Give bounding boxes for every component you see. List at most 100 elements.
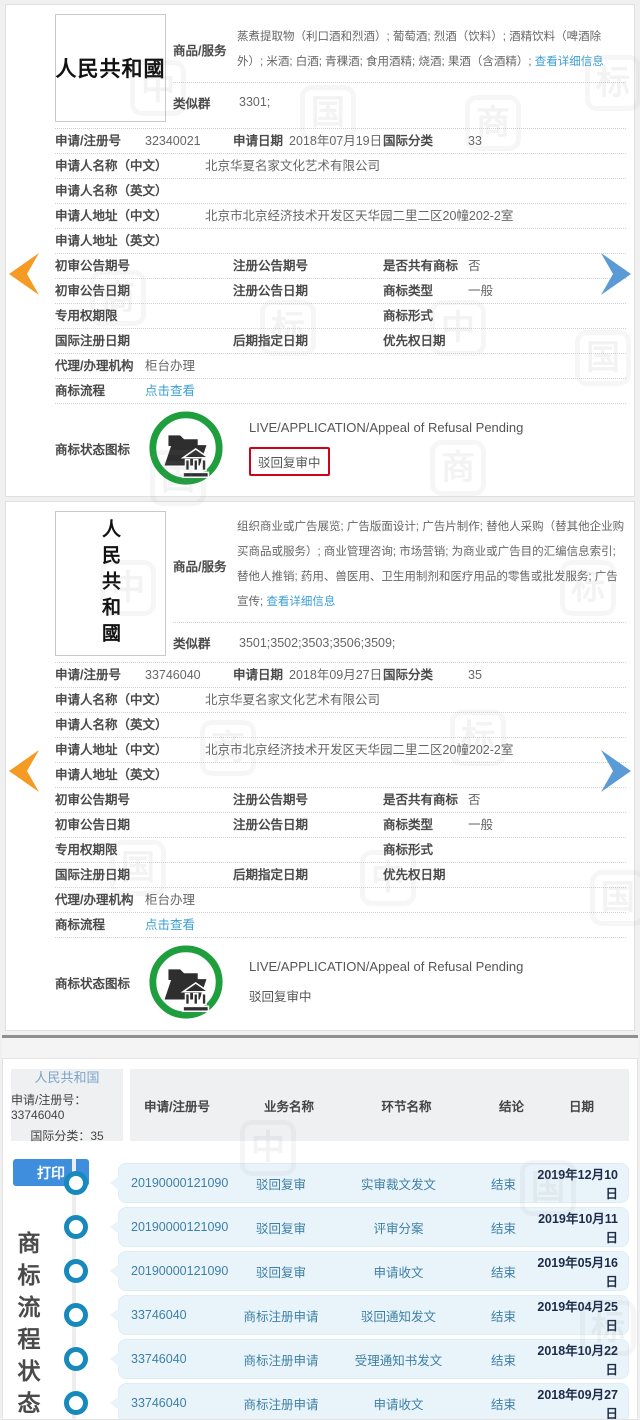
process-rows: 20190000121090 驳回复审 实审裁文发文 结束 2019年12月10… xyxy=(64,1163,629,1419)
row-result: 结束 xyxy=(490,1221,516,1236)
divider xyxy=(173,622,626,623)
trademark-image: 人民共和國 xyxy=(55,14,166,122)
header-step: 环节名称 xyxy=(381,1099,432,1114)
field-row: 申请/注册号 33746040 申请日期 2018年09月27日 国际分类 35 xyxy=(55,663,626,688)
field-row: 申请人地址（英文） xyxy=(55,763,626,788)
status-chinese-text: 驳回复审中 xyxy=(249,989,312,1004)
row-business: 驳回复审 xyxy=(255,1265,306,1280)
priority-date-label: 优先权日期 xyxy=(383,868,446,882)
goods-services-label: 商品/服务 xyxy=(173,44,227,58)
row-app-no[interactable]: 20190000121090 xyxy=(131,1176,236,1190)
trademark-card-1: 人民共和國 商品/服务 蒸煮提取物（利口酒和烈酒）; 葡萄酒; 烈酒（饮料）; … xyxy=(5,4,635,497)
status-english-text: LIVE/APPLICATION/Appeal of Refusal Pendi… xyxy=(249,958,524,974)
row-step: 实审裁文发文 xyxy=(360,1177,436,1192)
row-business: 驳回复审 xyxy=(255,1221,306,1236)
goods-list: 组织商业或广告展览; 广告版面设计; 广告片制作; 替他人采购（替其他企业购买商… xyxy=(237,521,625,608)
header-result: 结论 xyxy=(498,1099,524,1114)
row-app-no[interactable]: 20190000121090 xyxy=(131,1220,236,1234)
row-step: 驳回通知发文 xyxy=(360,1309,436,1324)
tm-type-label: 商标类型 xyxy=(383,284,434,298)
prev-arrow-icon[interactable] xyxy=(9,253,39,295)
field-row: 初审公告日期 注册公告日期 商标类型 一般 xyxy=(55,279,626,304)
click-to-view-link[interactable]: 点击查看 xyxy=(145,918,195,932)
row-step: 申请收文 xyxy=(373,1397,424,1412)
header-app-no: 申请/注册号 xyxy=(144,1099,210,1114)
view-details-link[interactable]: 查看详细信息 xyxy=(535,56,604,68)
shared-tm-label: 是否共有商标 xyxy=(383,259,459,273)
address-cn-label: 申请人地址（中文） xyxy=(55,743,168,757)
row-step: 受理通知书发文 xyxy=(354,1353,443,1368)
status-icon-label: 商标状态图标 xyxy=(55,976,131,991)
row-app-no[interactable]: 20190000121090 xyxy=(131,1264,236,1278)
applicant-cn-label: 申请人名称（中文） xyxy=(55,693,168,707)
row-app-no[interactable]: 33746040 xyxy=(131,1308,236,1322)
app-date-label: 申请日期 xyxy=(233,134,284,148)
app-date-value: 2018年09月27日 xyxy=(289,668,383,682)
similar-group-label: 类似群 xyxy=(173,96,211,111)
timeline-dot-icon xyxy=(64,1215,88,1239)
row-app-no[interactable]: 33746040 xyxy=(131,1352,236,1366)
trademark-name-link[interactable]: 人民共和国 xyxy=(34,1067,99,1086)
row-date: 2019年05月16日 xyxy=(537,1256,618,1289)
agency-value: 柜台办理 xyxy=(145,359,196,373)
app-no-value: 32340021 xyxy=(145,134,201,148)
field-row: 申请人名称（英文） xyxy=(55,713,626,738)
applicant-en-label: 申请人名称（英文） xyxy=(55,718,168,732)
tm-type-value: 一般 xyxy=(468,284,494,298)
status-row: 商标状态图标 LIVE/APPLICATION/Appeal of Refusa… xyxy=(55,938,626,1030)
bubble-tail xyxy=(110,1396,119,1410)
field-row: 初审公告日期 注册公告日期 商标类型 一般 xyxy=(55,813,626,838)
tm-type-label: 商标类型 xyxy=(383,818,434,832)
status-icon-label: 商标状态图标 xyxy=(55,442,131,457)
applicant-en-label: 申请人名称（英文） xyxy=(55,184,168,198)
intl-class-value: 35 xyxy=(468,668,482,682)
status-folder-bank-icon xyxy=(149,411,223,485)
status-english-text: LIVE/APPLICATION/Appeal of Refusal Pendi… xyxy=(249,420,524,435)
table-row: 33746040 商标注册申请 申请收文 结束 2018年09月27日 xyxy=(64,1383,629,1419)
goods-services-row: 商品/服务 组织商业或广告展览; 广告版面设计; 广告片制作; 替他人采购（替其… xyxy=(173,511,626,619)
shared-tm-value: 否 xyxy=(468,793,481,807)
field-row: 申请人名称（英文） xyxy=(55,179,626,204)
similar-group-value: 3301; xyxy=(239,95,271,109)
status-chinese-badge: 驳回复审中 xyxy=(249,447,330,476)
intl-reg-date-label: 国际注册日期 xyxy=(55,334,131,348)
app-no-value: 33746040 xyxy=(145,668,201,682)
timeline-dot-icon xyxy=(64,1259,88,1283)
app-date-value: 2018年07月19日 xyxy=(289,134,383,148)
field-row: 申请人地址（中文） 北京市北京经济技术开发区天华园二里二区20幢202-2室 xyxy=(55,738,626,763)
field-row: 代理/办理机构 柜台办理 xyxy=(55,354,626,379)
exclusive-period-label: 专用权期限 xyxy=(55,843,118,857)
reg-notice-date-label: 注册公告日期 xyxy=(233,818,309,832)
row-result: 结束 xyxy=(490,1309,516,1324)
field-row: 初审公告期号 注册公告期号 是否共有商标否 xyxy=(55,254,626,279)
row-date: 2019年12月10日 xyxy=(537,1168,618,1201)
field-row: 商标流程 点击查看 xyxy=(55,913,626,938)
trademark-text: 人民共和國 xyxy=(55,56,166,81)
click-to-view-link[interactable]: 点击查看 xyxy=(145,384,195,398)
table-row: 33746040 商标注册申请 驳回通知发文 结束 2019年04月25日 xyxy=(64,1295,629,1335)
late-designation-label: 后期指定日期 xyxy=(233,868,309,882)
field-row: 申请人地址（英文） xyxy=(55,229,626,254)
row-result: 结束 xyxy=(490,1177,516,1192)
tm-form-label: 商标形式 xyxy=(383,843,434,857)
prev-arrow-icon[interactable] xyxy=(9,750,39,792)
app-date-label: 申请日期 xyxy=(233,668,284,682)
process-table-header: 申请/注册号 业务名称 环节名称 结论 日期 xyxy=(130,1069,629,1141)
bubble-tail xyxy=(110,1352,119,1366)
view-details-link[interactable]: 查看详细信息 xyxy=(266,596,335,608)
trademark-detail-page: 人民共和國 商品/服务 蒸煮提取物（利口酒和烈酒）; 葡萄酒; 烈酒（饮料）; … xyxy=(0,0,640,1420)
card-top: 人民共和國 商品/服务 蒸煮提取物（利口酒和烈酒）; 葡萄酒; 烈酒（饮料）; … xyxy=(55,14,626,129)
tm-process-label: 商标流程 xyxy=(55,918,106,932)
goods-services-row: 商品/服务 蒸煮提取物（利口酒和烈酒）; 葡萄酒; 烈酒（饮料）; 酒精饮料（啤… xyxy=(173,21,626,79)
intl-class-label: 国际分类 xyxy=(383,134,434,148)
app-no-label: 申请/注册号 xyxy=(55,134,121,148)
field-row: 代理/办理机构 柜台办理 xyxy=(55,888,626,913)
similar-group-row: 类似群 3501;3502;3503;3506;3509; xyxy=(173,626,626,656)
reg-notice-date-label: 注册公告日期 xyxy=(233,284,309,298)
tm-form-label: 商标形式 xyxy=(383,309,434,323)
table-row: 20190000121090 驳回复审 申请收文 结束 2019年05月16日 xyxy=(64,1251,629,1291)
field-row: 申请人名称（中文） 北京华夏名家文化艺术有限公司 xyxy=(55,154,626,179)
agency-label: 代理/办理机构 xyxy=(55,359,134,373)
row-app-no[interactable]: 33746040 xyxy=(131,1396,236,1410)
trademark-process-panel: 人民共和国 申请/注册号：33746040 国际分类：35 申请/注册号 业务名… xyxy=(2,1058,638,1420)
